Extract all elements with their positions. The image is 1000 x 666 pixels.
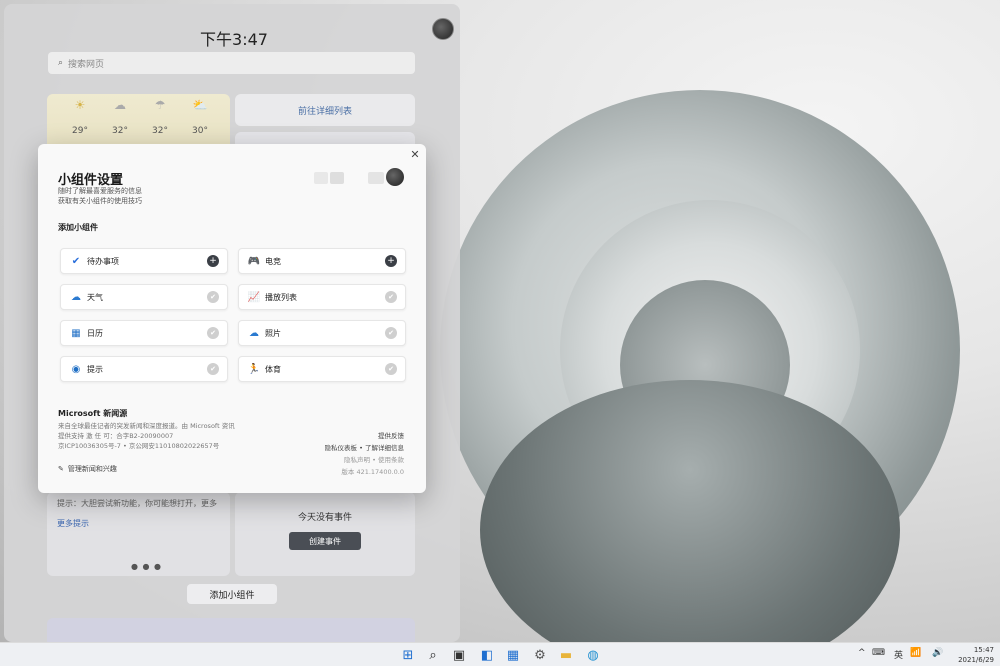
widget-tile-label: 日历 — [87, 328, 103, 338]
network-icon[interactable]: 📶 — [910, 648, 921, 658]
tips-text: 提示：大胆尝试新功能，你可能想打开，更多 — [57, 499, 217, 508]
feedback-link[interactable]: 提供反馈 — [378, 430, 404, 440]
no-events-text: 今天没有事件 — [297, 513, 352, 523]
widget-tile[interactable]: 🏃 体育 ✔ — [238, 356, 406, 382]
pager-dots[interactable]: ● ● ● — [131, 562, 162, 571]
weather-day: ☂ 32° — [141, 98, 179, 136]
widget-tile[interactable]: ▦ 日历 ✔ — [60, 320, 228, 346]
manage-interests-label: 管理新闻和兴趣 — [67, 465, 117, 473]
dialog-subtitle: 随时了解最喜爱服务的信息 — [58, 187, 142, 195]
clock-date: 2021/6/29 — [958, 656, 994, 664]
news-source-line: 提供支持 激 任 可：合字B2-20090007 — [58, 432, 174, 440]
widget-tile[interactable]: ✔ 待办事项 + — [60, 248, 228, 274]
follow-list-button[interactable]: 前往详细列表 — [235, 94, 415, 126]
weather-day: ☀ 29° — [61, 98, 99, 136]
close-icon[interactable]: ✕ — [408, 148, 422, 162]
news-source-line: 来自全球最佳记者的突发新闻和深度报道。由 Microsoft 资讯 — [58, 422, 235, 430]
rain-icon: ☂ — [154, 98, 166, 112]
search-icon[interactable]: ⌕ — [425, 647, 441, 663]
widget-tile-label: 体育 — [265, 364, 281, 374]
search-placeholder: 搜索网页 — [68, 59, 105, 70]
todo-check-icon: ✔ — [71, 255, 81, 267]
task-view-icon[interactable]: ▣ — [451, 647, 467, 663]
add-widget-plus-icon[interactable]: + — [207, 255, 219, 267]
account-avatar[interactable] — [386, 168, 404, 186]
widget-settings-dialog: ✕ 小组件设置 随时了解最喜爱服务的信息 获取有关小组件的使用技巧 添加小组件 … — [38, 144, 426, 493]
privacy-terms-link[interactable]: 隐私声明 • 使用条款 — [344, 454, 404, 464]
web-search-input[interactable]: ⌕ 搜索网页 — [48, 52, 415, 74]
add-widget-plus-icon[interactable]: + — [385, 255, 397, 267]
widget-added-check-icon: ✔ — [207, 291, 219, 303]
widget-tile-label: 待办事项 — [87, 256, 119, 266]
widget-added-check-icon: ✔ — [207, 327, 219, 339]
manage-interests-link[interactable]: ✎ 管理新闻和兴趣 — [58, 464, 117, 474]
account-info-blurred — [314, 172, 328, 184]
playlist-chart-icon: 📈 — [247, 291, 261, 303]
weather-day: ☁ 32° — [101, 98, 139, 136]
volume-icon[interactable]: 🔊 — [932, 648, 943, 658]
tips-icon: ◉ — [71, 363, 81, 375]
widget-added-check-icon: ✔ — [385, 363, 397, 375]
tray-chevron-icon[interactable]: ^ — [858, 648, 866, 658]
calendar-icon: ▦ — [71, 327, 81, 339]
input-language[interactable]: 英 — [894, 648, 903, 661]
widget-added-check-icon: ✔ — [385, 291, 397, 303]
search-icon: ⌕ — [58, 58, 64, 68]
widget-tile[interactable]: ☁ 照片 ✔ — [238, 320, 406, 346]
widget-tile[interactable]: 🎮 电竞 + — [238, 248, 406, 274]
widgets-icon[interactable]: ◧ — [479, 647, 495, 663]
file-explorer-icon[interactable]: ▬ — [558, 647, 574, 663]
add-widgets-button[interactable]: 添加小组件 — [187, 584, 277, 604]
account-info-blurred — [368, 172, 384, 184]
start-icon[interactable]: ⊞ — [400, 647, 416, 663]
settings-icon[interactable]: ⚙ — [532, 647, 548, 663]
clock-time: 15:47 — [973, 646, 994, 654]
account-info-blurred — [330, 172, 344, 184]
news-feed-strip — [47, 618, 415, 642]
widget-tile[interactable]: ☁ 天气 ✔ — [60, 284, 228, 310]
news-source-title: Microsoft 新闻源 — [58, 409, 128, 418]
widget-tile-label: 播放列表 — [265, 292, 297, 302]
dialog-subtitle: 获取有关小组件的使用技巧 — [58, 197, 142, 205]
user-avatar[interactable] — [432, 18, 454, 40]
pencil-icon: ✎ — [58, 465, 64, 473]
tips-more-link[interactable]: 更多提示 — [57, 518, 89, 529]
widget-tile-label: 提示 — [87, 364, 103, 374]
edge-icon[interactable]: ◍ — [585, 647, 601, 663]
weather-day: ⛅ 30° — [181, 98, 219, 136]
keyboard-icon[interactable]: ⌨ — [872, 648, 885, 658]
create-event-button[interactable]: 创建事件 — [289, 532, 361, 550]
widget-tile-label: 电竞 — [265, 256, 281, 266]
gamepad-icon: 🎮 — [247, 255, 261, 267]
store-icon[interactable]: ▦ — [505, 647, 521, 663]
widget-tile-label: 天气 — [87, 292, 103, 302]
version-text: 版本 421.17400.0.0 — [341, 468, 404, 476]
widget-added-check-icon: ✔ — [207, 363, 219, 375]
weather-cloud-icon: ☁ — [71, 291, 81, 303]
sports-runner-icon: 🏃 — [247, 363, 261, 375]
widget-added-check-icon: ✔ — [385, 327, 397, 339]
widget-tile[interactable]: ◉ 提示 ✔ — [60, 356, 228, 382]
panel-clock: 下午3:47 — [200, 30, 268, 49]
add-widgets-heading: 添加小组件 — [58, 223, 98, 232]
tips-widget[interactable]: 提示：大胆尝试新功能，你可能想打开，更多 更多提示 ● ● ● — [47, 492, 230, 576]
widget-tile[interactable]: 📈 播放列表 ✔ — [238, 284, 406, 310]
news-source-line: 京ICP10036305号-7 • 京公网安11010802022657号 — [58, 442, 220, 450]
widget-tile-label: 照片 — [265, 328, 281, 338]
taskbar-clock[interactable]: 15:47 2021/6/29 — [958, 645, 994, 665]
partly-sunny-icon: ☀ — [74, 98, 86, 112]
photos-cloud-icon: ☁ — [249, 327, 259, 339]
privacy-dashboard-link[interactable]: 隐私仪表板 • 了解详细信息 — [325, 442, 404, 452]
taskbar: ⊞ ⌕ ▣ ◧ ▦ ⚙ ▬ ◍ ^ ⌨ 英 📶 🔊 15:47 2021/6/29 — [0, 642, 1000, 666]
cloud-icon: ☁ — [114, 98, 126, 112]
sun-cloud-icon: ⛅ — [192, 98, 208, 112]
calendar-widget[interactable]: 今天没有事件 创建事件 — [235, 492, 415, 576]
